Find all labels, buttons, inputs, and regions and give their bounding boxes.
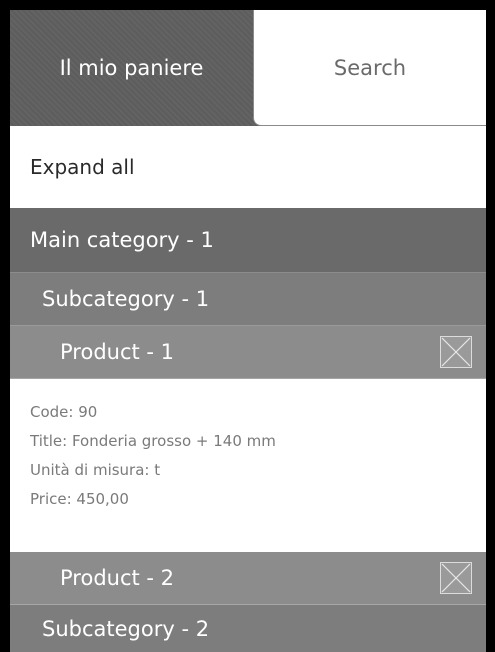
tab-search-label: Search — [333, 55, 407, 80]
subcategory-label: Subcategory - 2 — [42, 616, 210, 641]
expand-all-button[interactable]: Expand all — [10, 126, 486, 208]
main-category-label: Main category - 1 — [30, 228, 214, 252]
tab-bar: Il mio paniere Search — [10, 10, 486, 126]
close-icon — [441, 563, 471, 593]
remove-product-button[interactable] — [440, 562, 472, 594]
close-icon — [441, 337, 471, 367]
product-label: Product - 1 — [60, 340, 175, 364]
product-title: Title: Fonderia grosso + 140 mm — [30, 432, 276, 450]
subcategory-row[interactable]: Subcategory - 2 — [10, 605, 486, 652]
tab-my-basket-label: Il mio paniere — [59, 56, 204, 80]
app-frame: Il mio paniere Search Expand all Main ca… — [10, 10, 486, 652]
tab-search[interactable]: Search — [253, 10, 486, 126]
product-row[interactable]: Product - 1 — [10, 326, 486, 379]
subcategory-label: Subcategory - 1 — [42, 287, 210, 311]
tab-my-basket[interactable]: Il mio paniere — [10, 10, 253, 126]
product-details: Code: 90 Title: Fonderia grosso + 140 mm… — [10, 379, 486, 552]
remove-product-button[interactable] — [440, 336, 472, 368]
main-category-row[interactable]: Main category - 1 — [10, 208, 486, 273]
product-label: Product - 2 — [60, 566, 175, 590]
product-price: Price: 450,00 — [30, 490, 129, 508]
product-row[interactable]: Product - 2 — [10, 552, 486, 605]
subcategory-row[interactable]: Subcategory - 1 — [10, 273, 486, 326]
expand-all-label: Expand all — [30, 155, 135, 179]
product-unit: Unità di misura: t — [30, 461, 161, 479]
product-code: Code: 90 — [30, 403, 98, 421]
